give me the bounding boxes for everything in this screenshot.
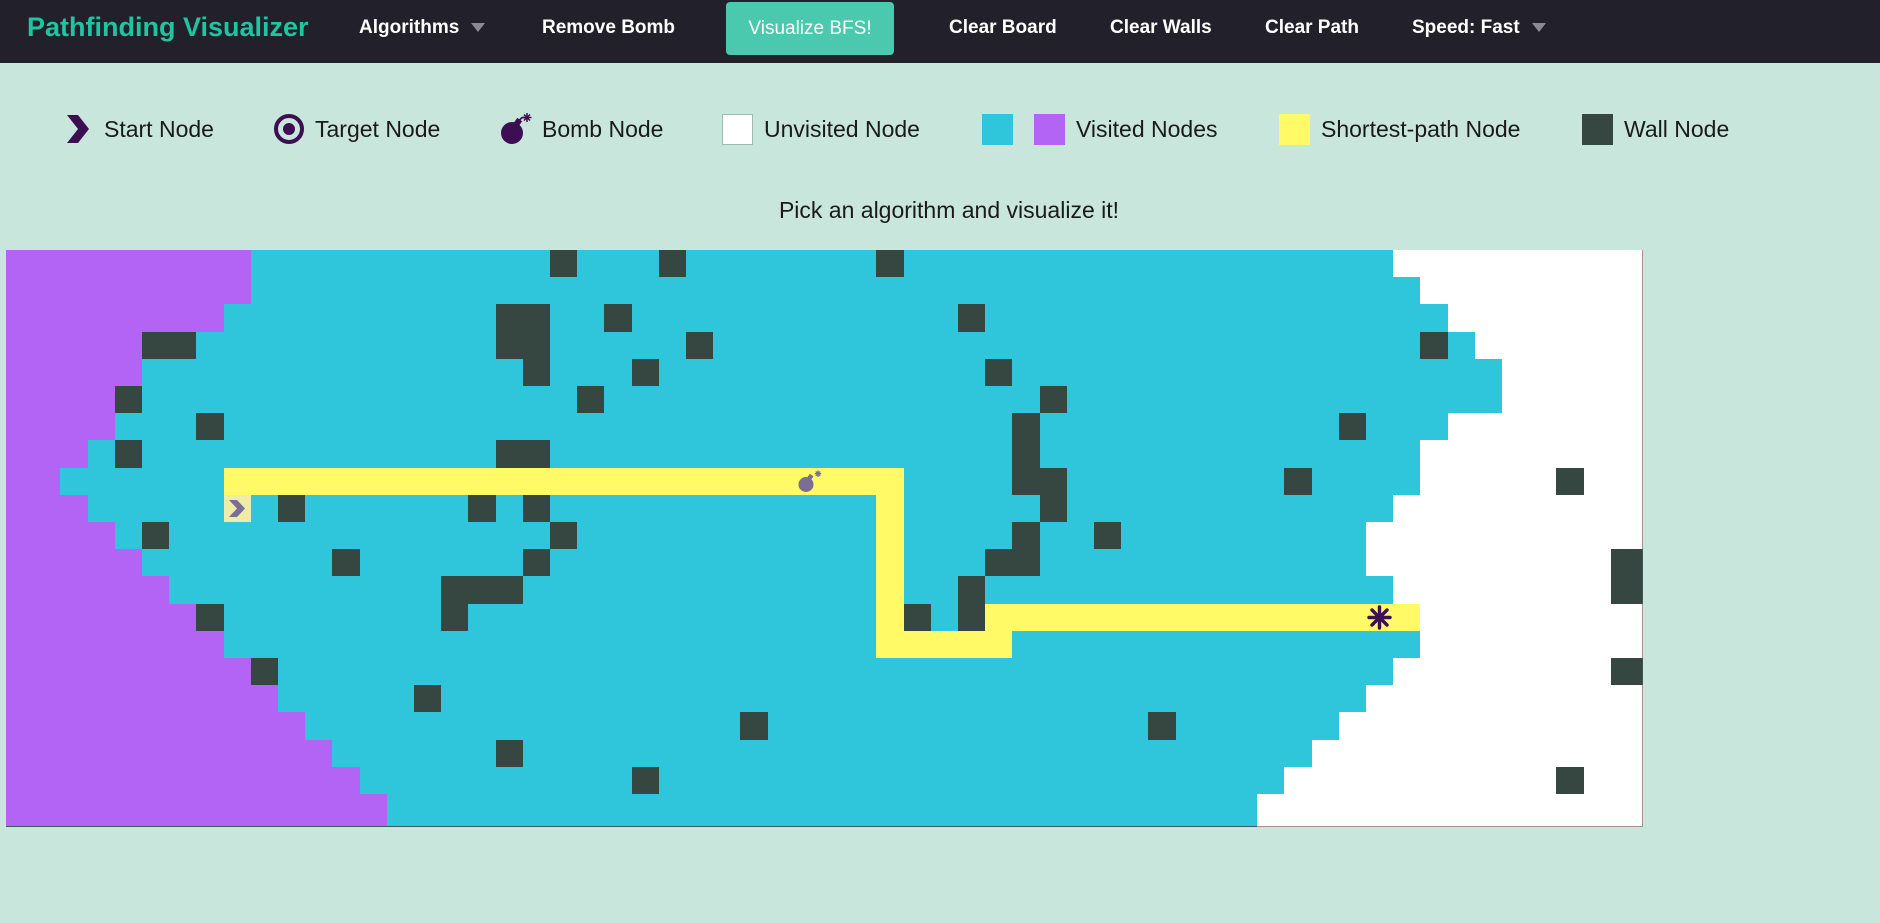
- legend-start: Start Node: [64, 106, 214, 152]
- caret-down-icon: [1531, 23, 1546, 33]
- status-message: Pick an algorithm and visualize it!: [778, 197, 1120, 223]
- app-title[interactable]: Pathfinding Visualizer: [27, 10, 309, 44]
- legend-shortest-path-label: Shortest-path Node: [1321, 115, 1521, 142]
- clear-board-button[interactable]: Clear Board: [949, 16, 1057, 40]
- legend-wall: Wall Node: [1582, 106, 1729, 152]
- speed-dropdown[interactable]: Speed: Fast: [1412, 16, 1546, 40]
- target-icon: [274, 114, 304, 144]
- legend-target-label: Target Node: [315, 115, 441, 142]
- visited-swatch-primary: [982, 113, 1013, 145]
- legend-target: Target Node: [273, 106, 440, 152]
- algorithms-label: Algorithms: [359, 17, 460, 38]
- navbar: Pathfinding Visualizer Algorithms Remove…: [0, 0, 1880, 63]
- legend-start-label: Start Node: [104, 115, 214, 142]
- legend-visited: Visited Nodes: [982, 106, 1218, 152]
- legend: Start Node Target Node Bomb Node Unvisit…: [0, 106, 1880, 152]
- unvisited-node[interactable]: [1610, 794, 1644, 827]
- legend-bomb-label: Bomb Node: [542, 115, 664, 142]
- legend-wall-label: Wall Node: [1624, 115, 1730, 142]
- bomb-icon: [501, 113, 532, 144]
- wall-swatch: [1582, 113, 1613, 145]
- clear-walls-button[interactable]: Clear Walls: [1110, 16, 1212, 40]
- legend-shortest-path: Shortest-path Node: [1279, 106, 1520, 152]
- visited-swatch-secondary: [1034, 113, 1065, 145]
- legend-unvisited-label: Unvisited Node: [764, 115, 920, 142]
- visualize-button[interactable]: Visualize BFS!: [726, 2, 894, 55]
- unvisited-swatch: [722, 113, 753, 145]
- grid-board[interactable]: [6, 250, 1880, 923]
- remove-bomb-button[interactable]: Remove Bomb: [542, 16, 675, 40]
- caret-down-icon: [471, 23, 486, 33]
- shortest-path-swatch: [1279, 113, 1310, 145]
- legend-bomb: Bomb Node: [498, 106, 663, 152]
- start-chevron-icon: [67, 115, 89, 143]
- speed-label: Speed: Fast: [1412, 17, 1520, 38]
- legend-unvisited: Unvisited Node: [722, 106, 920, 152]
- clear-path-button[interactable]: Clear Path: [1265, 16, 1359, 40]
- algorithms-dropdown[interactable]: Algorithms: [359, 16, 486, 40]
- legend-visited-label: Visited Nodes: [1076, 115, 1218, 142]
